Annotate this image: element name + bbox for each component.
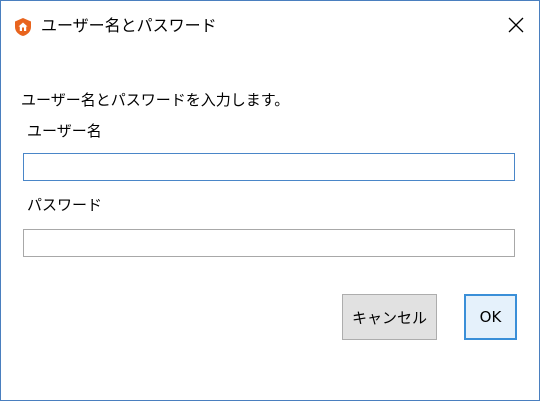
app-shield-icon [13, 17, 33, 37]
password-label: パスワード [27, 196, 103, 214]
title-bar[interactable]: ユーザー名とパスワード [1, 1, 539, 53]
ok-button[interactable]: OK [464, 294, 517, 340]
username-label: ユーザー名 [27, 122, 102, 140]
login-dialog: ユーザー名とパスワード ユーザー名とパスワードを入力します。 ユーザー名 パスワ… [0, 0, 540, 401]
window-title: ユーザー名とパスワード [41, 16, 217, 35]
username-input[interactable] [23, 153, 515, 181]
close-button[interactable] [495, 1, 539, 49]
cancel-button[interactable]: キャンセル [342, 294, 437, 340]
password-input[interactable] [23, 229, 515, 257]
close-icon [508, 17, 524, 33]
instruction-text: ユーザー名とパスワードを入力します。 [21, 91, 290, 109]
